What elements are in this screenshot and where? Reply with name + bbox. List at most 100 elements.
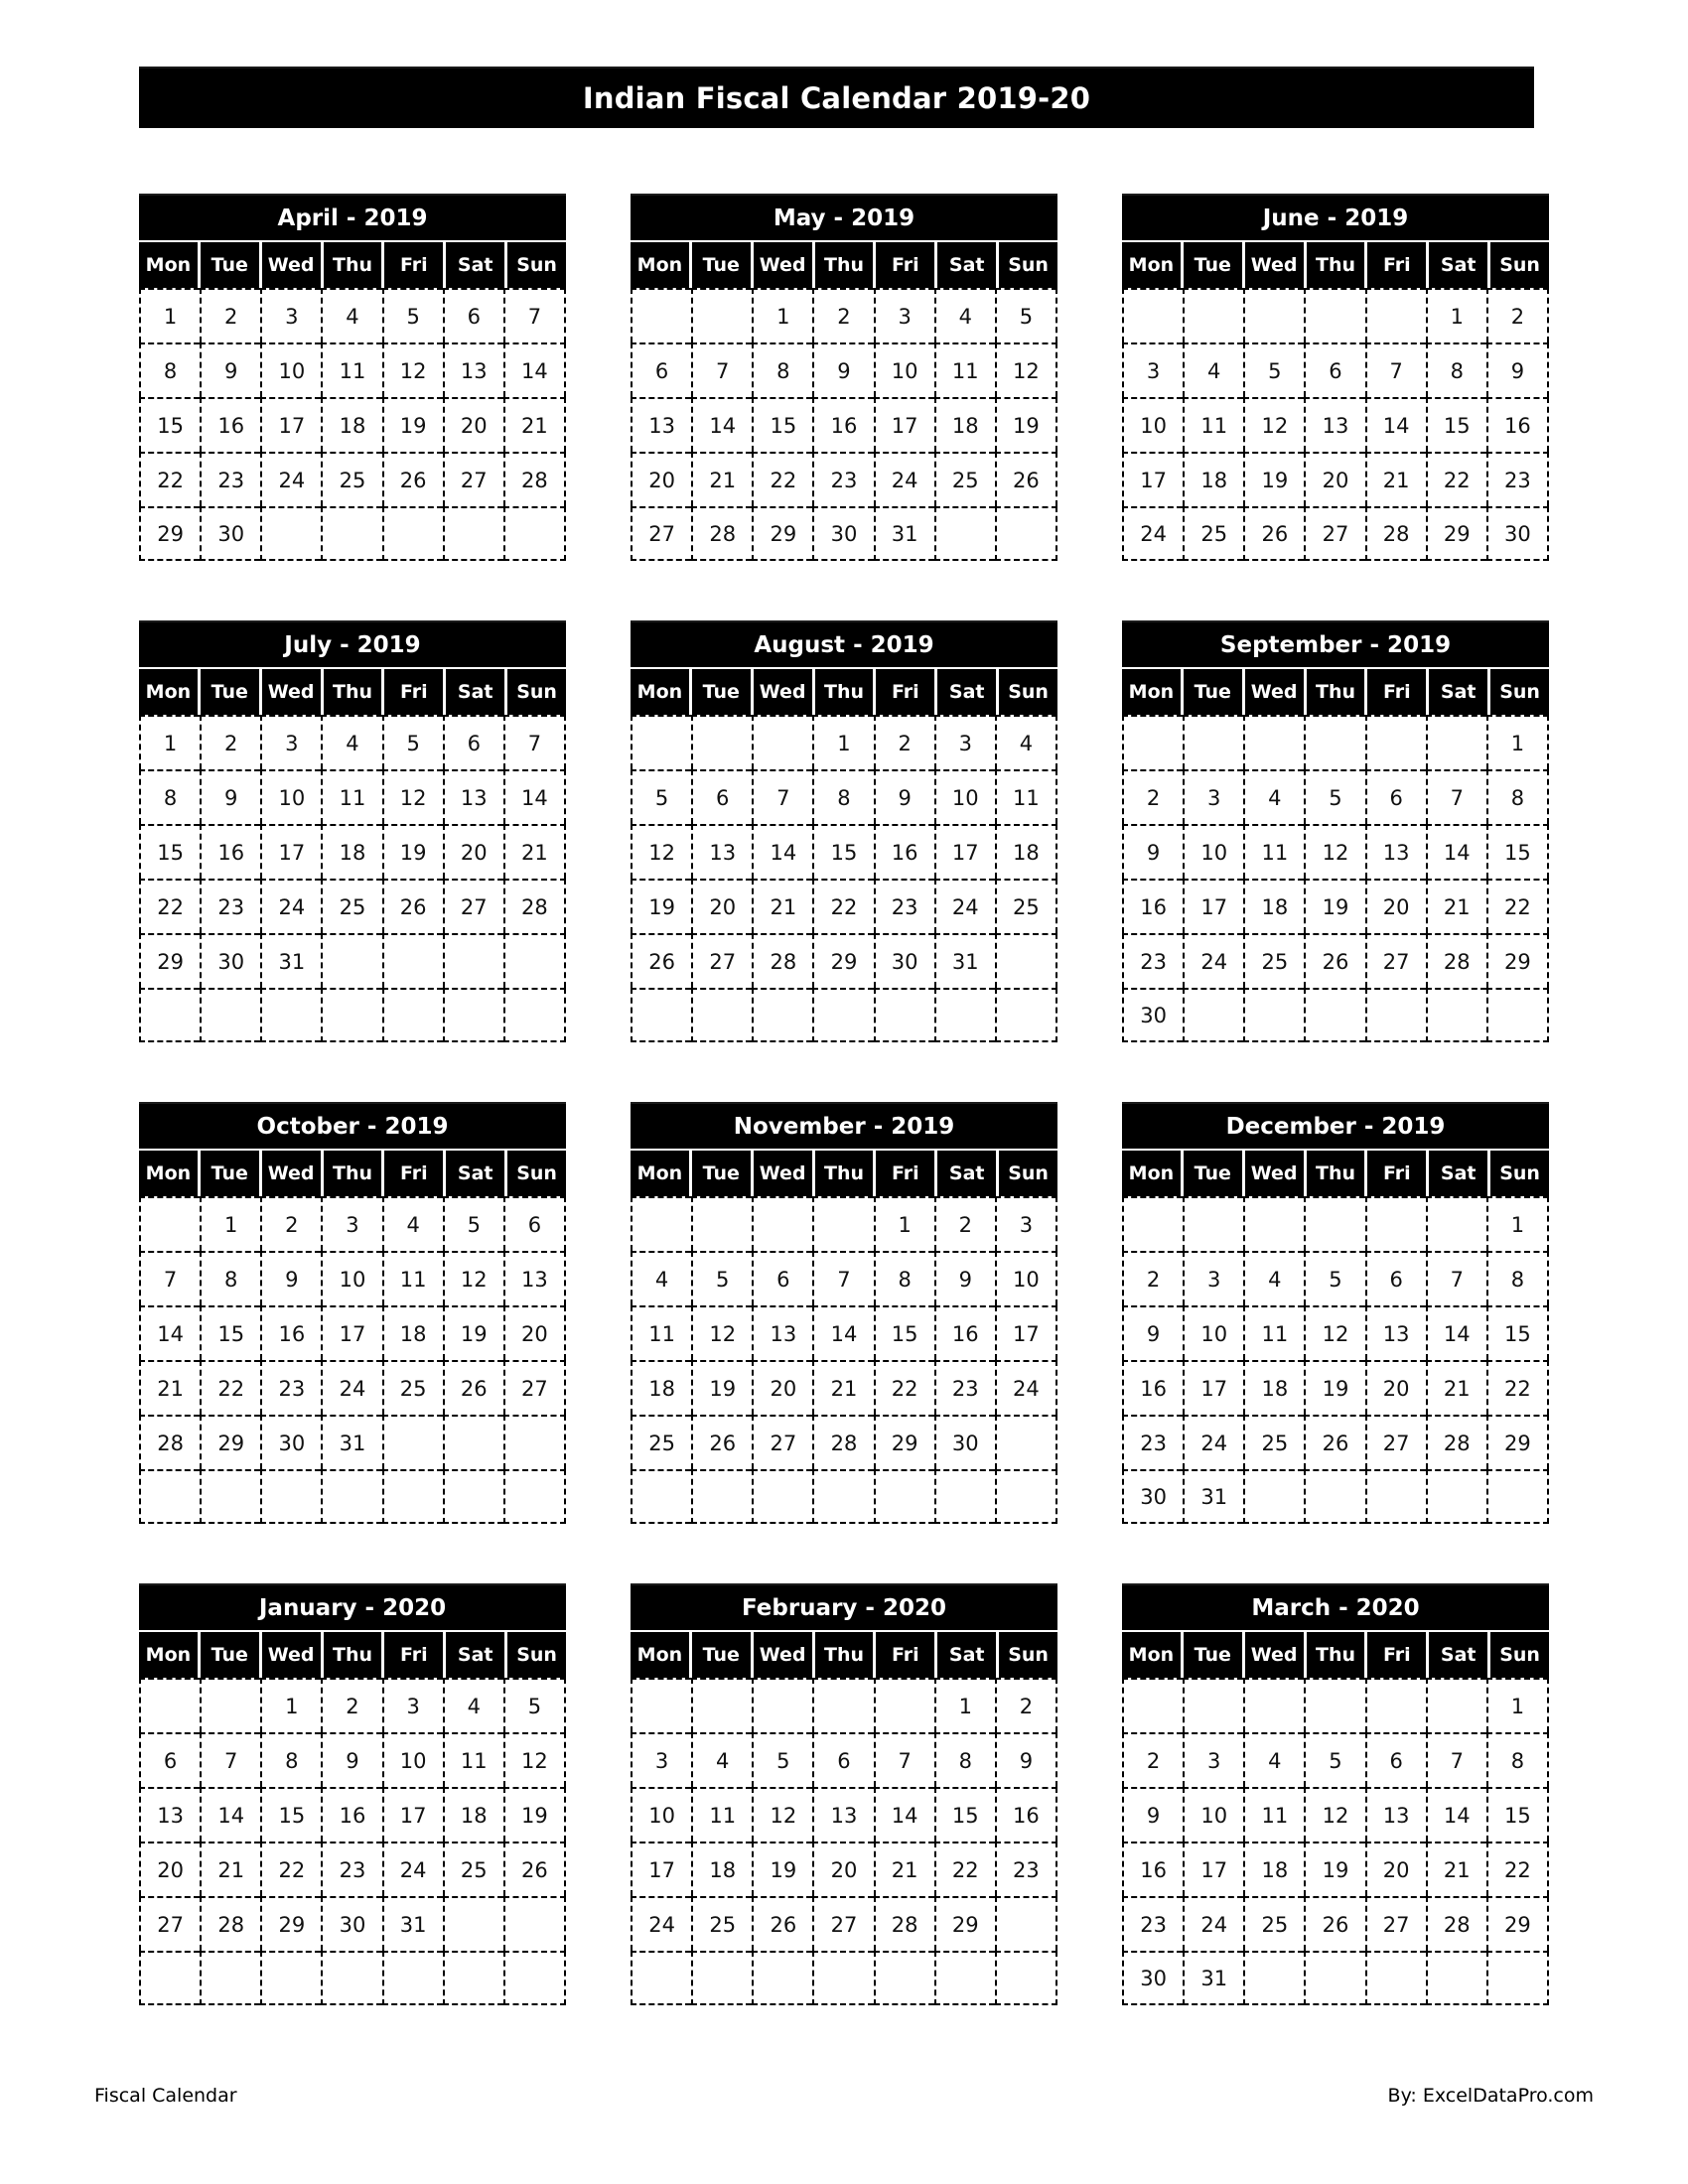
day-cell[interactable]: 3 bbox=[1183, 769, 1244, 824]
day-cell[interactable]: 16 bbox=[200, 824, 261, 879]
day-cell-empty[interactable] bbox=[442, 506, 503, 561]
day-cell[interactable]: 16 bbox=[1122, 1360, 1184, 1415]
day-cell[interactable]: 20 bbox=[631, 452, 692, 506]
day-cell[interactable]: 24 bbox=[994, 1360, 1057, 1415]
day-cell-empty[interactable] bbox=[442, 1415, 503, 1469]
day-cell[interactable]: 14 bbox=[502, 342, 566, 397]
day-cell[interactable]: 23 bbox=[200, 452, 261, 506]
day-cell[interactable]: 22 bbox=[260, 1842, 322, 1896]
day-cell[interactable]: 5 bbox=[381, 715, 443, 769]
day-cell[interactable]: 5 bbox=[502, 1678, 566, 1732]
day-cell[interactable]: 4 bbox=[321, 715, 382, 769]
day-cell[interactable]: 20 bbox=[1364, 1842, 1426, 1896]
day-cell-empty[interactable] bbox=[631, 1469, 692, 1524]
day-cell-empty[interactable] bbox=[502, 988, 566, 1042]
day-cell[interactable]: 7 bbox=[1364, 342, 1426, 397]
day-cell[interactable]: 26 bbox=[631, 933, 692, 988]
day-cell-empty[interactable] bbox=[1425, 988, 1486, 1042]
day-cell[interactable]: 18 bbox=[1243, 1360, 1305, 1415]
day-cell-empty[interactable] bbox=[1243, 1678, 1305, 1732]
day-cell-empty[interactable] bbox=[139, 1196, 201, 1251]
day-cell[interactable]: 17 bbox=[1183, 1842, 1244, 1896]
day-cell[interactable]: 13 bbox=[812, 1787, 874, 1842]
day-cell-empty[interactable] bbox=[1485, 1469, 1549, 1524]
day-cell[interactable]: 24 bbox=[933, 879, 995, 933]
day-cell-empty[interactable] bbox=[1304, 1469, 1365, 1524]
day-cell-empty[interactable] bbox=[1364, 715, 1426, 769]
day-cell[interactable]: 7 bbox=[873, 1732, 934, 1787]
day-cell[interactable]: 27 bbox=[1364, 1896, 1426, 1951]
day-cell-empty[interactable] bbox=[1243, 288, 1305, 342]
day-cell[interactable]: 21 bbox=[752, 879, 813, 933]
day-cell[interactable]: 4 bbox=[1243, 1732, 1305, 1787]
day-cell[interactable]: 30 bbox=[321, 1896, 382, 1951]
day-cell[interactable]: 9 bbox=[200, 769, 261, 824]
day-cell-empty[interactable] bbox=[260, 506, 322, 561]
day-cell-empty[interactable] bbox=[631, 1678, 692, 1732]
day-cell-empty[interactable] bbox=[260, 988, 322, 1042]
day-cell[interactable]: 22 bbox=[873, 1360, 934, 1415]
day-cell[interactable]: 16 bbox=[321, 1787, 382, 1842]
day-cell-empty[interactable] bbox=[752, 715, 813, 769]
day-cell[interactable]: 22 bbox=[1485, 1360, 1549, 1415]
day-cell[interactable]: 7 bbox=[200, 1732, 261, 1787]
day-cell[interactable]: 23 bbox=[321, 1842, 382, 1896]
day-cell[interactable]: 6 bbox=[752, 1251, 813, 1305]
day-cell[interactable]: 18 bbox=[1243, 879, 1305, 933]
day-cell[interactable]: 12 bbox=[502, 1732, 566, 1787]
day-cell[interactable]: 14 bbox=[1364, 397, 1426, 452]
day-cell[interactable]: 18 bbox=[1183, 452, 1244, 506]
day-cell[interactable]: 2 bbox=[812, 288, 874, 342]
day-cell[interactable]: 6 bbox=[691, 769, 753, 824]
day-cell[interactable]: 27 bbox=[752, 1415, 813, 1469]
day-cell-empty[interactable] bbox=[631, 288, 692, 342]
day-cell[interactable]: 3 bbox=[260, 288, 322, 342]
day-cell-empty[interactable] bbox=[1243, 1196, 1305, 1251]
day-cell[interactable]: 4 bbox=[321, 288, 382, 342]
day-cell[interactable]: 15 bbox=[933, 1787, 995, 1842]
day-cell[interactable]: 4 bbox=[442, 1678, 503, 1732]
day-cell-empty[interactable] bbox=[691, 1469, 753, 1524]
day-cell[interactable]: 23 bbox=[994, 1842, 1057, 1896]
day-cell[interactable]: 26 bbox=[994, 452, 1057, 506]
day-cell[interactable]: 14 bbox=[1425, 1305, 1486, 1360]
day-cell[interactable]: 2 bbox=[260, 1196, 322, 1251]
day-cell[interactable]: 25 bbox=[933, 452, 995, 506]
day-cell[interactable]: 7 bbox=[139, 1251, 201, 1305]
day-cell-empty[interactable] bbox=[442, 1469, 503, 1524]
day-cell-empty[interactable] bbox=[994, 1469, 1057, 1524]
day-cell[interactable]: 26 bbox=[381, 879, 443, 933]
day-cell[interactable]: 12 bbox=[381, 342, 443, 397]
day-cell-empty[interactable] bbox=[1122, 288, 1184, 342]
day-cell[interactable]: 12 bbox=[752, 1787, 813, 1842]
day-cell[interactable]: 17 bbox=[1122, 452, 1184, 506]
day-cell[interactable]: 3 bbox=[933, 715, 995, 769]
day-cell-empty[interactable] bbox=[812, 1951, 874, 2005]
day-cell[interactable]: 16 bbox=[812, 397, 874, 452]
day-cell[interactable]: 22 bbox=[139, 879, 201, 933]
day-cell[interactable]: 14 bbox=[1425, 1787, 1486, 1842]
day-cell-empty[interactable] bbox=[1243, 1469, 1305, 1524]
day-cell[interactable]: 5 bbox=[1304, 1732, 1365, 1787]
day-cell[interactable]: 21 bbox=[812, 1360, 874, 1415]
day-cell[interactable]: 11 bbox=[631, 1305, 692, 1360]
day-cell[interactable]: 27 bbox=[442, 452, 503, 506]
day-cell-empty[interactable] bbox=[812, 1196, 874, 1251]
day-cell[interactable]: 31 bbox=[260, 933, 322, 988]
day-cell-empty[interactable] bbox=[1304, 288, 1365, 342]
day-cell[interactable]: 15 bbox=[812, 824, 874, 879]
day-cell[interactable]: 26 bbox=[442, 1360, 503, 1415]
day-cell-empty[interactable] bbox=[873, 1951, 934, 2005]
day-cell[interactable]: 23 bbox=[260, 1360, 322, 1415]
day-cell[interactable]: 21 bbox=[502, 824, 566, 879]
day-cell[interactable]: 9 bbox=[1485, 342, 1549, 397]
day-cell[interactable]: 1 bbox=[1485, 1196, 1549, 1251]
day-cell[interactable]: 6 bbox=[1364, 1732, 1426, 1787]
day-cell[interactable]: 15 bbox=[1485, 1305, 1549, 1360]
day-cell[interactable]: 30 bbox=[260, 1415, 322, 1469]
day-cell-empty[interactable] bbox=[139, 1678, 201, 1732]
day-cell[interactable]: 1 bbox=[260, 1678, 322, 1732]
day-cell[interactable]: 10 bbox=[873, 342, 934, 397]
day-cell-empty[interactable] bbox=[1183, 988, 1244, 1042]
day-cell-empty[interactable] bbox=[933, 506, 995, 561]
